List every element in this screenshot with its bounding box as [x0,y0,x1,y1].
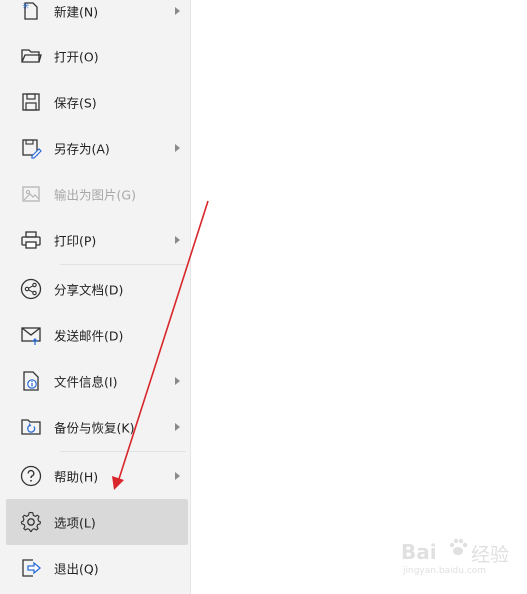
menu-item-label: 文件信息(I) [54,374,118,390]
menu-item-label: 选项(L) [54,515,96,531]
menu-item-send-mail[interactable]: 发送邮件(D) [6,313,188,357]
new-file-icon: ✳ [20,0,42,22]
menu-item-label: 输出为图片(G) [54,187,136,203]
save-icon [20,91,42,113]
exit-icon [20,557,42,579]
menu-item-help[interactable]: 帮助(H) [6,454,188,498]
mail-icon [20,324,42,346]
printer-icon [20,229,42,251]
document-text-fragment: ⁻ ˋ ‾ ‾ [210,0,246,6]
save-as-icon [20,137,42,159]
menu-item-label: 打印(P) [54,233,97,249]
folder-open-icon [20,45,42,67]
menu-divider [60,264,186,265]
image-icon [20,183,42,205]
menu-divider [60,451,186,452]
submenu-arrow-icon [175,377,180,385]
submenu-arrow-icon [175,423,180,431]
menu-item-label: 另存为(A) [54,141,110,157]
menu-item-exit[interactable]: 退出(Q) [6,546,188,590]
watermark-logo-text: Bai [401,540,437,564]
baidu-paw-icon [449,538,468,555]
menu-item-label: 帮助(H) [54,469,99,485]
menu-item-options[interactable]: 选项(L) [6,499,188,545]
menu-item-open[interactable]: 打开(O) [6,34,188,78]
file-info-icon [20,370,42,392]
share-icon [20,278,42,300]
menu-item-label: 保存(S) [54,95,97,111]
svg-text:✳: ✳ [22,2,30,12]
menu-item-label: 退出(Q) [54,561,99,577]
menu-item-label: 打开(O) [54,49,99,65]
submenu-arrow-icon [175,144,180,152]
menu-item-label: 发送邮件(D) [54,328,124,344]
menu-item-save-as[interactable]: 另存为(A) [6,126,188,170]
backup-restore-icon [20,416,42,438]
file-menu-panel: ✳ 新建(N) 打开(O) 保存(S) 另存为(A) 输出为图片(G) 打印(P… [0,0,191,594]
menu-item-label: 备份与恢复(K) [54,420,135,436]
watermark-suffix-text: 经验 [471,544,510,566]
submenu-arrow-icon [175,7,180,15]
menu-item-backup[interactable]: 备份与恢复(K) [6,405,188,449]
menu-item-new[interactable]: ✳ 新建(N) [6,0,188,33]
baidu-watermark: Bai 经验 jingyan.baidu.com [401,536,513,580]
menu-item-print[interactable]: 打印(P) [6,218,188,262]
menu-item-label: 分享文档(D) [54,282,124,298]
menu-item-save[interactable]: 保存(S) [6,80,188,124]
menu-item-file-info[interactable]: 文件信息(I) [6,359,188,403]
submenu-arrow-icon [175,236,180,244]
gear-icon [20,511,42,533]
menu-item-share[interactable]: 分享文档(D) [6,267,188,311]
submenu-arrow-icon [175,472,180,480]
menu-item-export-image: 输出为图片(G) [6,172,188,216]
menu-item-label: 新建(N) [54,4,99,20]
help-icon [20,465,42,487]
watermark-url: jingyan.baidu.com [403,566,487,576]
